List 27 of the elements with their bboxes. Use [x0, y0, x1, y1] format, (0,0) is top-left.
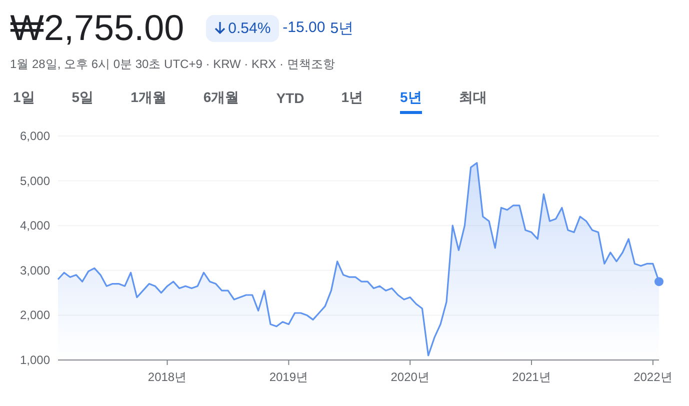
range-tab[interactable]: 1일 — [13, 89, 35, 114]
y-axis-label: 6,000 — [20, 129, 50, 143]
x-axis-label: 2022년 — [634, 370, 672, 384]
y-axis-label: 4,000 — [20, 218, 50, 233]
range-tab[interactable]: 5일 — [72, 89, 94, 114]
change-value: -15.00 — [282, 18, 326, 38]
quote-info: 1월 28일, 오후 6시 0분 30초 UTC+9 · KRW · KRX · — [10, 56, 285, 73]
range-tab[interactable]: YTD — [276, 89, 304, 114]
x-axis-label: 2021년 — [512, 370, 551, 384]
y-axis-label: 5,000 — [20, 174, 50, 188]
range-tab[interactable]: 6개월 — [203, 89, 240, 114]
change-percent-badge: 0.54% — [206, 14, 279, 42]
range-tab[interactable]: 5년 — [400, 89, 422, 114]
down-arrow-icon — [214, 21, 226, 35]
period-label: 5년 — [330, 18, 354, 38]
y-axis-label: 3,000 — [20, 263, 50, 278]
x-axis-label: 2020년 — [390, 370, 430, 384]
range-tab[interactable]: 1년 — [341, 89, 363, 114]
end-point-marker — [654, 277, 664, 286]
disclaimer-link[interactable]: 면책조항 — [286, 56, 335, 73]
x-axis-label: 2019년 — [269, 370, 308, 384]
range-tab[interactable]: 1개월 — [130, 89, 166, 114]
range-tab[interactable]: 최대 — [458, 89, 487, 114]
stock-price: ₩2,755.00 — [10, 6, 184, 50]
y-axis-label: 2,000 — [20, 308, 50, 322]
x-axis-label: 2018년 — [148, 370, 187, 384]
y-axis-label: 1,000 — [20, 353, 50, 367]
